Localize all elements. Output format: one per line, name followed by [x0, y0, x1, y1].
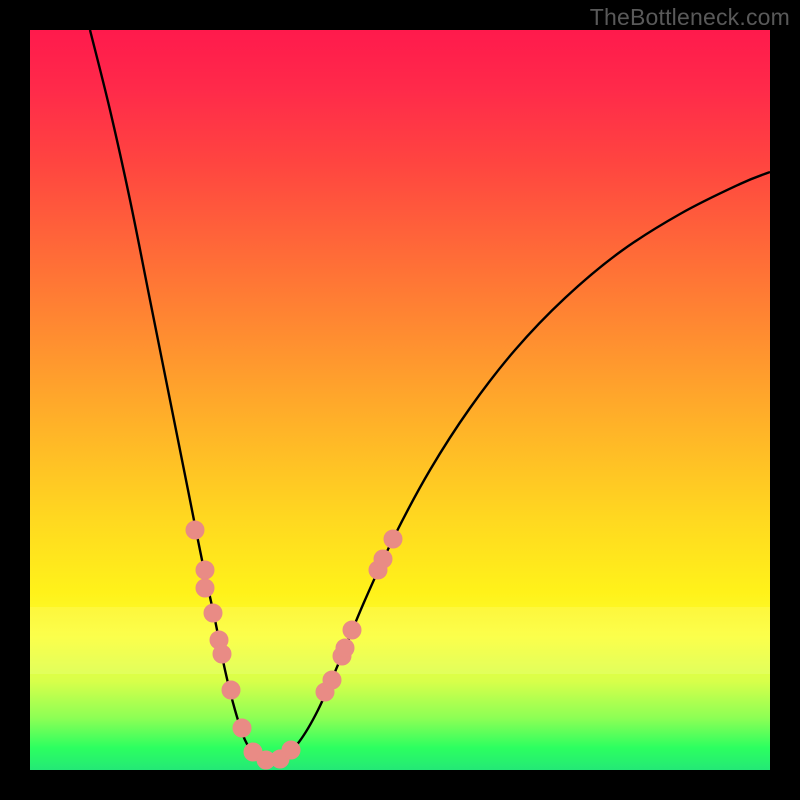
marker-dot: [282, 741, 300, 759]
marker-dot: [384, 530, 402, 548]
marker-dot: [233, 719, 251, 737]
curve-overlay: [30, 30, 770, 770]
marker-dot: [343, 621, 361, 639]
marker-dot: [374, 550, 392, 568]
marker-dot: [213, 645, 231, 663]
plot-area: [30, 30, 770, 770]
marker-dots: [186, 521, 402, 769]
marker-dot: [336, 639, 354, 657]
marker-dot: [186, 521, 204, 539]
curve-left-branch: [90, 30, 268, 761]
watermark-text: TheBottleneck.com: [590, 4, 790, 31]
chart-stage: TheBottleneck.com: [0, 0, 800, 800]
marker-dot: [196, 561, 214, 579]
marker-dot: [222, 681, 240, 699]
marker-dot: [196, 579, 214, 597]
marker-dot: [323, 671, 341, 689]
curve-right-branch: [268, 172, 770, 761]
marker-dot: [204, 604, 222, 622]
